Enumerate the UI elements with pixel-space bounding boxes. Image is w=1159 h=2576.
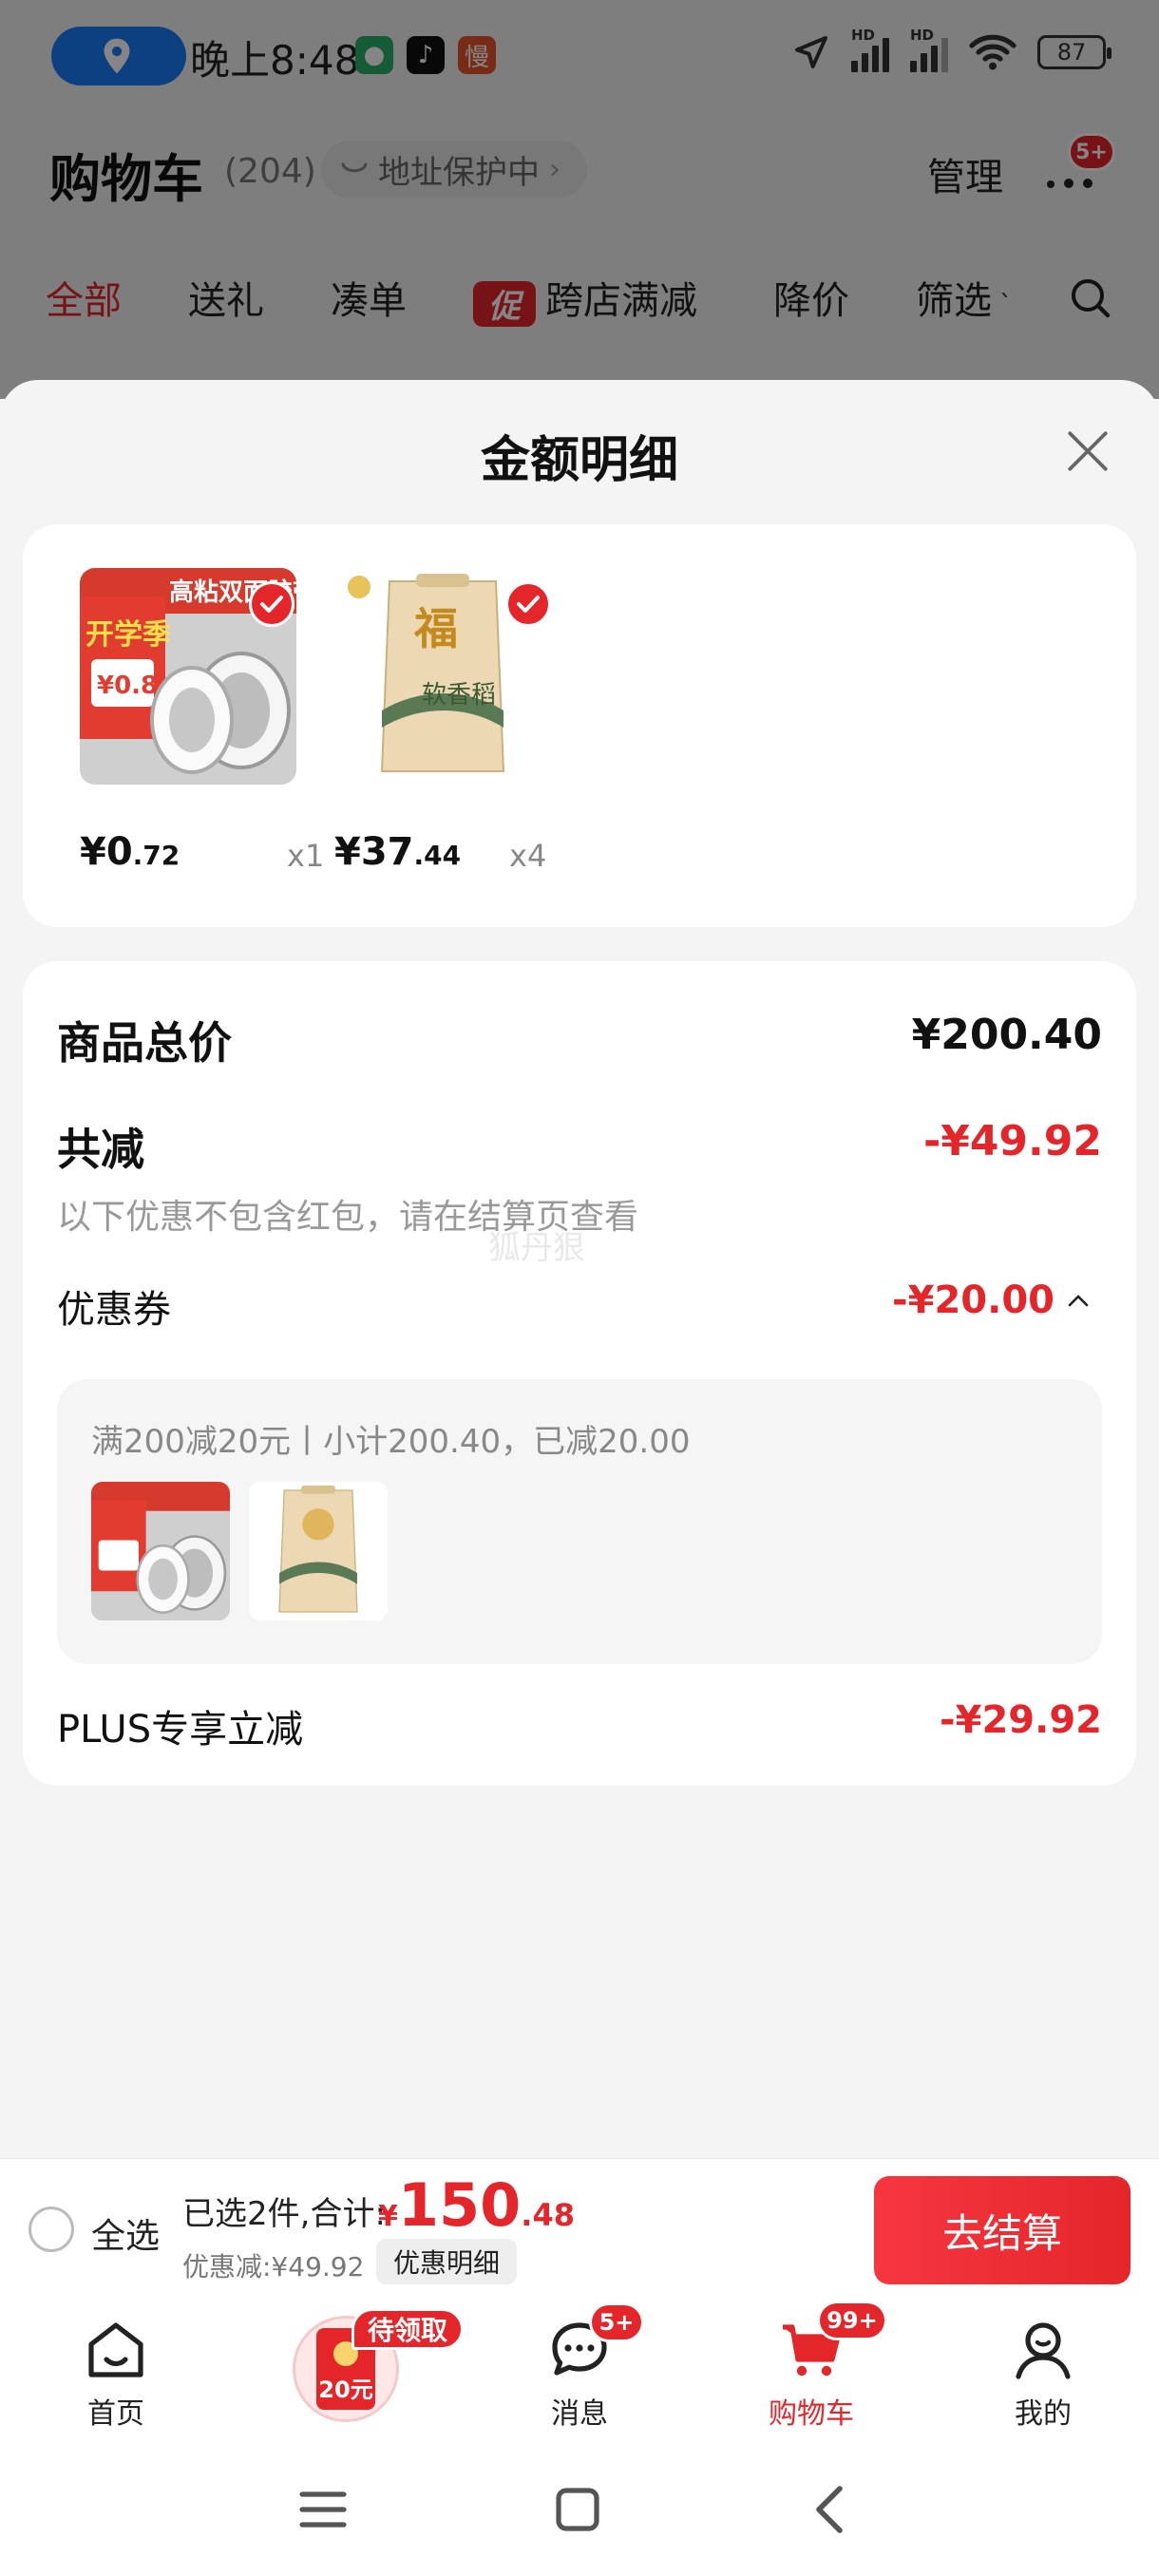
tab-mine[interactable]: 我的 <box>958 2301 1129 2443</box>
coupon-tab-amount: 20元 <box>318 2377 373 2403</box>
sheet-title: 金额明细 <box>480 432 678 489</box>
home-square-icon[interactable] <box>549 2481 606 2538</box>
close-icon[interactable] <box>1064 427 1112 475</box>
total-price-label: 商品总价 <box>57 1017 232 1069</box>
menu-icon[interactable] <box>294 2481 352 2538</box>
discount-detail-button[interactable]: 优惠明细 <box>376 2239 518 2284</box>
total-reduce-value: -¥49.92 <box>922 1117 1102 1165</box>
product-quantity: x1 <box>287 838 325 874</box>
plus-discount-value: -¥29.92 <box>940 1698 1102 1742</box>
tab-home[interactable]: 首页 <box>30 2301 201 2443</box>
checked-icon <box>505 581 551 627</box>
bottom-tab-bar: 首页 20元 待领取 5+ 消息 99+ 购物车 我的 <box>0 2301 1159 2443</box>
selected-products-card: 高粘双面胶带 开学季 ¥0.8 ¥0.72 x1 <box>23 524 1136 927</box>
rice-thumbnail <box>249 1482 388 1620</box>
tab-home-label: 首页 <box>87 2397 144 2431</box>
total-price-value: ¥200.40 <box>911 1011 1102 1059</box>
product-price: ¥37.44 <box>334 830 462 874</box>
select-all-radio[interactable] <box>28 2207 74 2252</box>
product-price: ¥0.72 <box>80 830 180 874</box>
select-all-label[interactable]: 全选 <box>91 2208 160 2258</box>
messages-badge: 5+ <box>589 2302 644 2342</box>
tab-cart[interactable]: 99+ 购物车 <box>726 2301 897 2443</box>
svg-text:¥0.8: ¥0.8 <box>97 672 158 700</box>
coupon-description: 满200减20元丨小计200.40，已减20.00 <box>91 1423 691 1461</box>
tape-thumbnail <box>91 1482 230 1620</box>
product-quantity: x4 <box>509 838 547 874</box>
checkout-button[interactable]: 去结算 <box>874 2176 1130 2284</box>
svg-text:福: 福 <box>413 603 458 654</box>
home-icon <box>88 2322 143 2377</box>
checkout-total: ¥150.48 <box>378 2170 575 2240</box>
chevron-up-icon <box>1068 1295 1089 1307</box>
user-icon <box>1016 2322 1071 2379</box>
selected-summary: 已选2件,合计: <box>182 2195 386 2233</box>
tab-messages-label: 消息 <box>551 2397 608 2431</box>
system-navigation-bar <box>0 2443 1159 2576</box>
cart-page-background: 晚上8:48 ● ♪ 慢 HD HD 87 购物车 (204) 地址保护中 › … <box>0 0 1159 399</box>
coupon-detail-box: 满200减20元丨小计200.40，已减20.00 <box>57 1379 1102 1664</box>
modal-overlay[interactable] <box>0 0 1159 399</box>
tab-mine-label: 我的 <box>1015 2397 1072 2431</box>
coupon-label: 优惠券 <box>57 1288 171 1332</box>
total-reduce-label: 共减 <box>57 1124 144 1175</box>
checkout-bar: 全选 已选2件,合计: ¥150.48 优惠减:¥49.92 优惠明细 去结算 <box>0 2158 1159 2301</box>
pending-claim-badge: 待领取 <box>352 2308 465 2350</box>
cart-badge: 99+ <box>817 2301 887 2340</box>
svg-text:开学季: 开学季 <box>86 618 171 652</box>
back-icon[interactable] <box>804 2481 861 2538</box>
coupon-value: -¥20.00 <box>892 1279 1054 1322</box>
svg-text:软香稻: 软香稻 <box>422 681 496 710</box>
amount-detail-sheet: 金额明细 高粘双面胶带 开学季 ¥0.8 <box>0 380 1159 2156</box>
tab-messages[interactable]: 5+ 消息 <box>494 2301 665 2443</box>
tab-cart-label: 购物车 <box>769 2397 854 2431</box>
price-breakdown-card: 商品总价 ¥200.40 共减 -¥49.92 以下优惠不包含红包，请在结算页查… <box>23 961 1136 1786</box>
watermark: 狐丹狠 <box>488 1229 585 1267</box>
coupon-toggle[interactable]: -¥20.00 <box>892 1279 1089 1322</box>
checked-icon <box>249 581 294 627</box>
plus-discount-label: PLUS专享立减 <box>57 1708 304 1752</box>
discount-summary: 优惠减:¥49.92 <box>182 2251 365 2282</box>
